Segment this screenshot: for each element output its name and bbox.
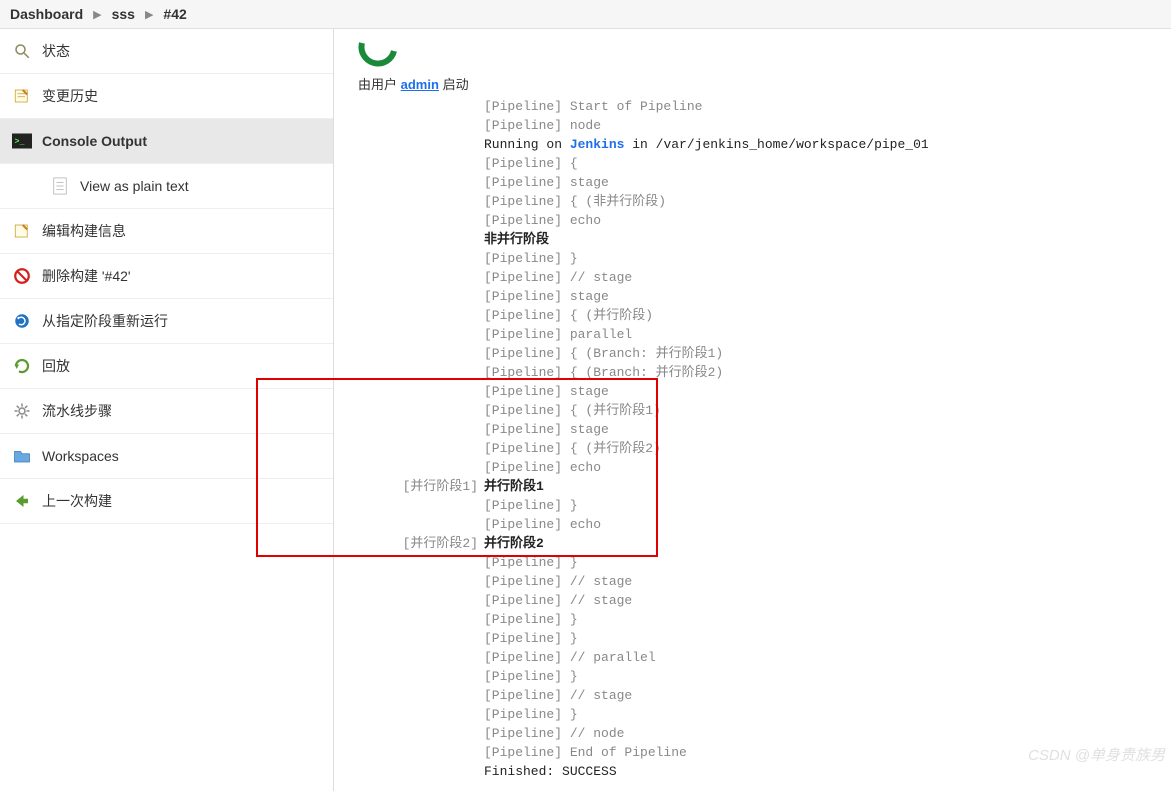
started-by-user-link[interactable]: admin bbox=[401, 77, 439, 92]
started-by-line: 由用户 admin 启动 bbox=[358, 74, 1161, 93]
sidebar-item-delete-build[interactable]: 删除构建 '#42' bbox=[0, 254, 333, 299]
sidebar-item-label: Console Output bbox=[42, 133, 147, 149]
sidebar-item-restart-stage[interactable]: 从指定阶段重新运行 bbox=[0, 299, 333, 344]
sidebar-item-label: 编辑构建信息 bbox=[42, 221, 126, 241]
chevron-right-icon: ▶ bbox=[93, 8, 101, 21]
breadcrumb-job[interactable]: sss bbox=[112, 6, 135, 22]
sidebar-item-label: 回放 bbox=[42, 356, 70, 376]
breadcrumb-build[interactable]: #42 bbox=[163, 6, 186, 22]
gear-icon bbox=[12, 401, 32, 421]
sidebar-item-label: 流水线步骤 bbox=[42, 401, 112, 421]
sidebar-item-previous-build[interactable]: 上一次构建 bbox=[0, 479, 333, 524]
search-icon bbox=[12, 41, 32, 61]
restart-icon bbox=[12, 311, 32, 331]
breadcrumb-dashboard[interactable]: Dashboard bbox=[10, 6, 83, 22]
edit-icon bbox=[12, 221, 32, 241]
sidebar-item-workspaces[interactable]: Workspaces bbox=[0, 434, 333, 479]
svg-text:>_: >_ bbox=[15, 137, 26, 147]
document-icon bbox=[50, 176, 70, 196]
sidebar-item-label: 从指定阶段重新运行 bbox=[42, 311, 168, 331]
folder-icon bbox=[12, 446, 32, 466]
sidebar-item-pipeline-steps[interactable]: 流水线步骤 bbox=[0, 389, 333, 434]
chevron-right-icon: ▶ bbox=[145, 8, 153, 21]
sidebar-item-label: 变更历史 bbox=[42, 86, 98, 106]
breadcrumb: Dashboard ▶ sss ▶ #42 bbox=[0, 0, 1171, 29]
arrow-left-icon bbox=[12, 491, 32, 511]
console-output-panel: 由用户 admin 启动 [Pipeline] Start of Pipelin… bbox=[334, 29, 1171, 791]
sidebar-item-label: 状态 bbox=[42, 41, 70, 61]
terminal-icon: >_ bbox=[12, 131, 32, 151]
sidebar-item-label: 上一次构建 bbox=[42, 491, 112, 511]
sidebar: 状态 变更历史 >_ Console Output View as plain … bbox=[0, 29, 334, 791]
sidebar-item-console[interactable]: >_ Console Output bbox=[0, 119, 333, 164]
notepad-icon bbox=[12, 86, 32, 106]
sidebar-item-edit-build[interactable]: 编辑构建信息 bbox=[0, 209, 333, 254]
sidebar-item-label: Workspaces bbox=[42, 448, 119, 464]
sidebar-item-replay[interactable]: 回放 bbox=[0, 344, 333, 389]
sidebar-item-label: View as plain text bbox=[80, 178, 189, 194]
console-log: [Pipeline] Start of Pipeline[Pipeline] n… bbox=[358, 97, 1161, 781]
sidebar-item-changes[interactable]: 变更历史 bbox=[0, 74, 333, 119]
delete-icon bbox=[12, 266, 32, 286]
watermark: CSDN @单身贵族男 bbox=[1028, 744, 1165, 765]
sidebar-item-label: 删除构建 '#42' bbox=[42, 266, 131, 286]
sidebar-item-plaintext[interactable]: View as plain text bbox=[0, 164, 333, 209]
replay-icon bbox=[12, 356, 32, 376]
sidebar-item-status[interactable]: 状态 bbox=[0, 29, 333, 74]
